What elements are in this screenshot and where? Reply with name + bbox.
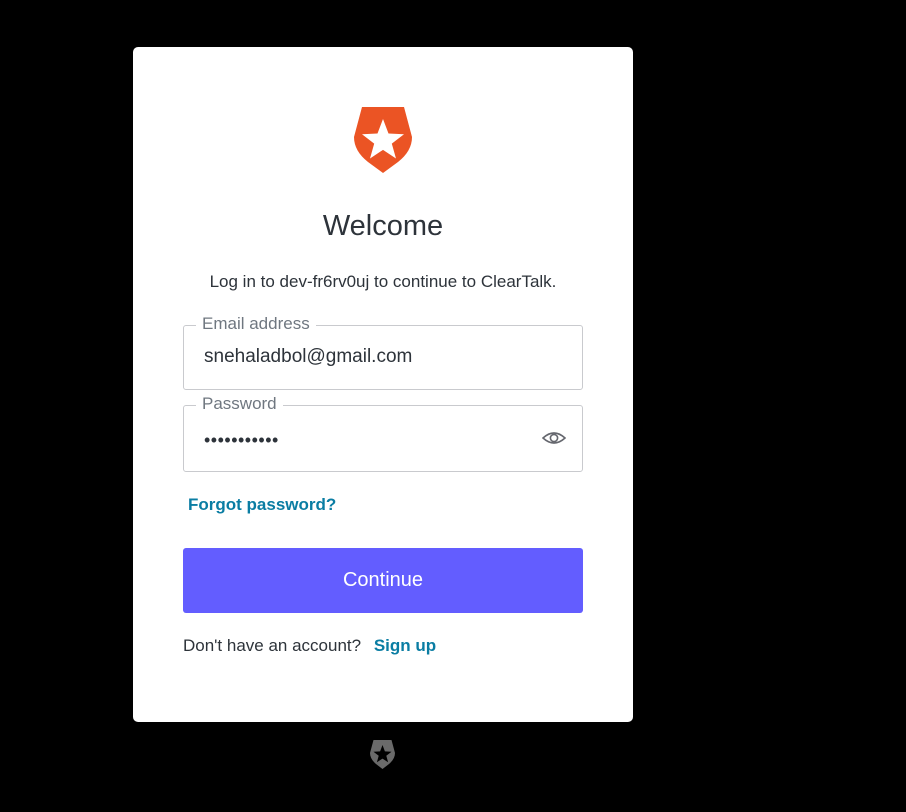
forgot-password-link[interactable]: Forgot password?	[188, 494, 336, 516]
auth0-footer-logo-icon	[370, 740, 395, 769]
signup-link[interactable]: Sign up	[374, 636, 436, 655]
signup-row: Don't have an account? Sign up	[183, 635, 436, 657]
login-subtitle: Log in to dev-fr6rv0uj to continue to Cl…	[209, 272, 557, 291]
password-field[interactable]: Password •••••••••••	[183, 393, 583, 472]
continue-button[interactable]: Continue	[183, 548, 583, 613]
password-value[interactable]: •••••••••••	[204, 428, 279, 452]
login-card: Welcome Log in to dev-fr6rv0uj to contin…	[133, 47, 633, 722]
eye-icon[interactable]	[542, 428, 566, 448]
signup-prompt: Don't have an account?	[183, 636, 362, 655]
email-label: Email address	[196, 313, 316, 335]
page-title: Welcome	[322, 210, 444, 242]
email-value[interactable]: snehaladbol@gmail.com	[204, 345, 412, 369]
password-label: Password	[196, 393, 283, 415]
page: Welcome Log in to dev-fr6rv0uj to contin…	[0, 0, 906, 812]
email-field[interactable]: Email address snehaladbol@gmail.com	[183, 313, 583, 390]
auth0-logo-icon	[354, 107, 412, 173]
